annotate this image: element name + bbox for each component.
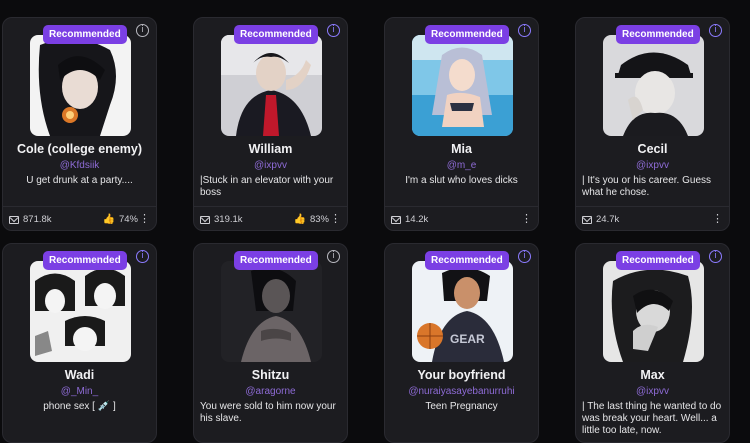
character-name: Wadi [64, 368, 95, 382]
creator-handle[interactable]: @nuraiyasayebanurruhi [389, 386, 534, 397]
character-card[interactable]: Recommended i Mia @m_e I'm a slut who lo… [384, 17, 539, 231]
chat-count-value: 24.7k [596, 214, 620, 225]
chat-count: 14.2k [391, 214, 428, 225]
like-rate: 👍 74% [103, 214, 138, 225]
info-icon[interactable]: i [709, 250, 722, 263]
character-avatar [221, 261, 322, 362]
character-avatar [30, 35, 131, 136]
recommended-badge: Recommended [425, 251, 509, 270]
character-description: I'm a slut who loves dicks [405, 175, 518, 186]
character-name: Max [640, 368, 665, 382]
chat-count: 871.8k [9, 214, 52, 225]
chat-count-value: 319.1k [214, 214, 243, 225]
recommended-badge: Recommended [43, 251, 127, 270]
character-card[interactable]: Recommended i Cole (college enemy) @Kfds… [2, 17, 157, 231]
character-card[interactable]: Recommended i Shitzu @aragorne You were … [193, 243, 348, 443]
more-vertical-icon[interactable]: ⋮ [139, 212, 150, 225]
message-icon [582, 215, 592, 224]
info-icon[interactable]: i [136, 24, 149, 37]
message-icon [9, 215, 19, 224]
like-rate-value: 74% [118, 214, 138, 225]
message-icon [200, 215, 210, 224]
creator-handle[interactable]: @ixpvv [198, 160, 343, 171]
character-card[interactable]: Recommended i Wadi @_Min_ phone sex [ 💉 … [2, 243, 157, 443]
card-footer: 24.7k ⋮ [576, 206, 729, 230]
recommended-badge: Recommended [616, 251, 700, 270]
creator-handle[interactable]: @Kfdsiik [7, 160, 152, 171]
info-icon[interactable]: i [327, 24, 340, 37]
more-vertical-icon[interactable]: ⋮ [521, 212, 532, 225]
recommended-badge: Recommended [234, 251, 318, 270]
character-description: U get drunk at a party.... [26, 175, 133, 186]
creator-handle[interactable]: @aragorne [198, 386, 343, 397]
info-icon[interactable]: i [709, 24, 722, 37]
character-name: Cecil [637, 142, 668, 156]
character-card[interactable]: Recommended i GEAR Your boyfriend @nurai… [384, 243, 539, 443]
svg-text:GEAR: GEAR [450, 332, 485, 346]
character-description: You were sold to him now your his slave. [200, 401, 336, 424]
message-icon [391, 215, 401, 224]
info-icon[interactable]: i [518, 24, 531, 37]
like-rate-value: 83% [309, 214, 329, 225]
card-footer: 319.1k 👍 83% ⋮ [194, 206, 347, 230]
character-description: | The last thing he wanted to do was bre… [582, 401, 722, 436]
more-vertical-icon[interactable]: ⋮ [712, 212, 723, 225]
character-card[interactable]: Recommended i Cecil @ixpvv | It's you or… [575, 17, 730, 231]
like-rate: 👍 83% [294, 214, 329, 225]
character-name: William [248, 142, 293, 156]
character-name: Mia [451, 142, 472, 156]
character-name: Your boyfriend [417, 368, 506, 382]
info-icon[interactable]: i [518, 250, 531, 263]
character-avatar [221, 35, 322, 136]
character-avatar [603, 261, 704, 362]
character-avatar: GEAR [412, 261, 513, 362]
creator-handle[interactable]: @ixpvv [580, 386, 725, 397]
info-icon[interactable]: i [327, 250, 340, 263]
creator-handle[interactable]: @ixpvv [580, 160, 725, 171]
thumbs-up-icon: 👍 [293, 214, 306, 225]
chat-count: 24.7k [582, 214, 619, 225]
character-avatar [412, 35, 513, 136]
chat-count: 319.1k [200, 214, 243, 225]
character-description: |Stuck in an elevator with your boss [200, 175, 334, 198]
character-description: | It's you or his career. Guess what he … [582, 175, 712, 198]
character-card[interactable]: Recommended i Max @ixpvv | The last thin… [575, 243, 730, 443]
card-footer: 14.2k ⋮ [385, 206, 538, 230]
character-card[interactable]: Recommended i William @ixpvv |Stuck in a… [193, 17, 348, 231]
character-avatar [30, 261, 131, 362]
recommended-badge: Recommended [234, 25, 318, 44]
recommended-badge: Recommended [425, 25, 509, 44]
thumbs-up-icon: 👍 [102, 214, 115, 225]
more-vertical-icon[interactable]: ⋮ [330, 212, 341, 225]
creator-handle[interactable]: @_Min_ [7, 386, 152, 397]
character-description: phone sex [ 💉 ] [43, 401, 116, 412]
character-name: Shitzu [251, 368, 290, 382]
recommended-badge: Recommended [616, 25, 700, 44]
character-description: Teen Pregnancy [425, 401, 498, 412]
info-icon[interactable]: i [136, 250, 149, 263]
character-avatar [603, 35, 704, 136]
chat-count-value: 871.8k [23, 214, 52, 225]
recommended-badge: Recommended [43, 25, 127, 44]
card-footer: 871.8k 👍 74% ⋮ [3, 206, 156, 230]
character-name: Cole (college enemy) [16, 142, 143, 156]
chat-count-value: 14.2k [405, 214, 429, 225]
creator-handle[interactable]: @m_e [389, 160, 534, 171]
